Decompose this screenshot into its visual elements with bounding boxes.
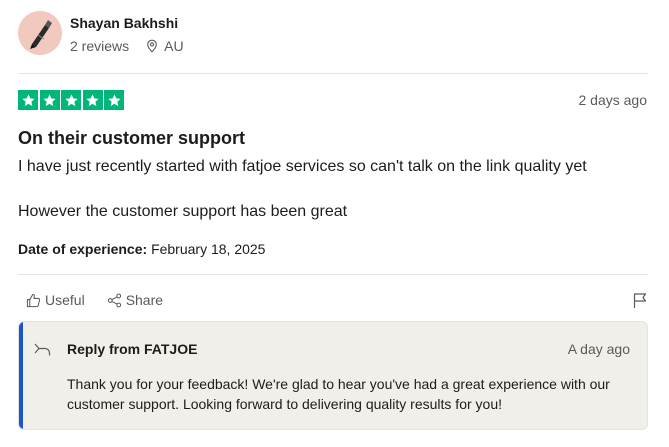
avatar-pen-icon xyxy=(18,11,62,55)
experience-label: Date of experience: xyxy=(18,241,148,257)
review-body-paragraph-2: However the customer support has been gr… xyxy=(18,203,348,220)
star-icon xyxy=(18,90,38,110)
review-date: 2 days ago xyxy=(578,92,648,108)
reply-text: Thank you for your feedback! We're glad … xyxy=(67,376,610,412)
reviewer-meta: 2 reviews AU xyxy=(70,37,184,55)
star-icon xyxy=(82,90,103,110)
share-label: Share xyxy=(125,292,164,308)
reply-arrow-icon xyxy=(34,343,51,356)
reply-icon-wrapper xyxy=(34,342,51,362)
date-of-experience: Date of experience: February 18, 2025 xyxy=(18,240,265,258)
flag-icon xyxy=(633,293,647,308)
reply-title: Reply from FATJOE xyxy=(67,341,198,357)
reviewer-header: Shayan Bakhshi 2 reviews AU xyxy=(18,11,184,55)
useful-button[interactable]: Useful xyxy=(26,292,85,308)
star-icon xyxy=(104,90,124,110)
divider-top xyxy=(18,73,648,74)
reviewer-name[interactable]: Shayan Bakhshi xyxy=(70,14,184,32)
reviewer-info: Shayan Bakhshi 2 reviews AU xyxy=(70,11,184,55)
experience-date: February 18, 2025 xyxy=(151,241,266,257)
reviews-count: 2 reviews xyxy=(70,38,130,54)
star-icon xyxy=(39,90,60,110)
divider-actions xyxy=(18,274,648,275)
star-icon xyxy=(61,90,81,110)
thumbs-up-icon xyxy=(26,293,41,307)
review-card: Shayan Bakhshi 2 reviews AU 2 days ago O… xyxy=(0,0,669,447)
review-body-paragraph-1: I have just recently started with fatjoe… xyxy=(18,158,587,175)
share-button[interactable]: Share xyxy=(107,292,163,308)
reply-date: A day ago xyxy=(567,341,630,357)
avatar[interactable] xyxy=(18,11,62,55)
share-icon xyxy=(107,293,121,307)
reviewer-location: AU xyxy=(145,37,184,55)
report-flag-button[interactable] xyxy=(633,292,647,314)
review-actions: Useful Share xyxy=(26,292,163,308)
company-reply: Reply from FATJOE A day ago Thank you fo… xyxy=(18,321,648,430)
location-pin-icon xyxy=(147,39,157,53)
reply-accent-bar xyxy=(19,322,23,429)
useful-label: Useful xyxy=(45,292,85,308)
location-label: AU xyxy=(164,38,184,54)
star-rating xyxy=(18,90,126,110)
review-title[interactable]: On their customer support xyxy=(18,127,245,149)
